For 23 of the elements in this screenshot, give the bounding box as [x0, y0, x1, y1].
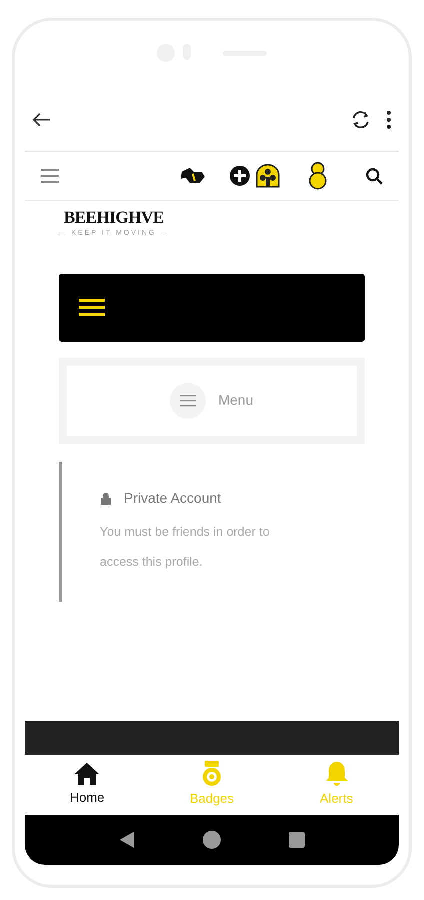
lock-icon	[100, 492, 112, 504]
notice-message: You must be friends in order to access this profile.	[100, 524, 271, 571]
logo-wordmark: BEEHIGHVE	[64, 207, 164, 229]
bell-icon	[324, 761, 349, 788]
menu-button[interactable]	[170, 382, 206, 418]
refresh-icon[interactable]	[351, 110, 371, 130]
menu-icon[interactable]	[79, 298, 105, 316]
menu-label[interactable]: Menu	[218, 390, 254, 411]
notice-title: Private Account	[124, 488, 222, 508]
home-circle-icon[interactable]	[203, 831, 221, 849]
group-icon[interactable]	[256, 164, 280, 188]
nav-tab[interactable]: Alerts	[292, 761, 382, 809]
user-icon[interactable]	[308, 162, 328, 190]
menu-icon	[180, 394, 196, 406]
more-icon[interactable]	[387, 111, 391, 129]
medal-icon	[202, 761, 222, 788]
back-icon[interactable]	[119, 831, 135, 849]
search-icon[interactable]	[366, 168, 383, 184]
house-icon	[74, 762, 100, 786]
nav-tab[interactable]: Home	[42, 762, 132, 808]
back-arrow-icon[interactable]	[33, 113, 51, 127]
nav-tab[interactable]: Badges	[166, 761, 257, 809]
plus-circle-icon[interactable]	[230, 166, 250, 186]
